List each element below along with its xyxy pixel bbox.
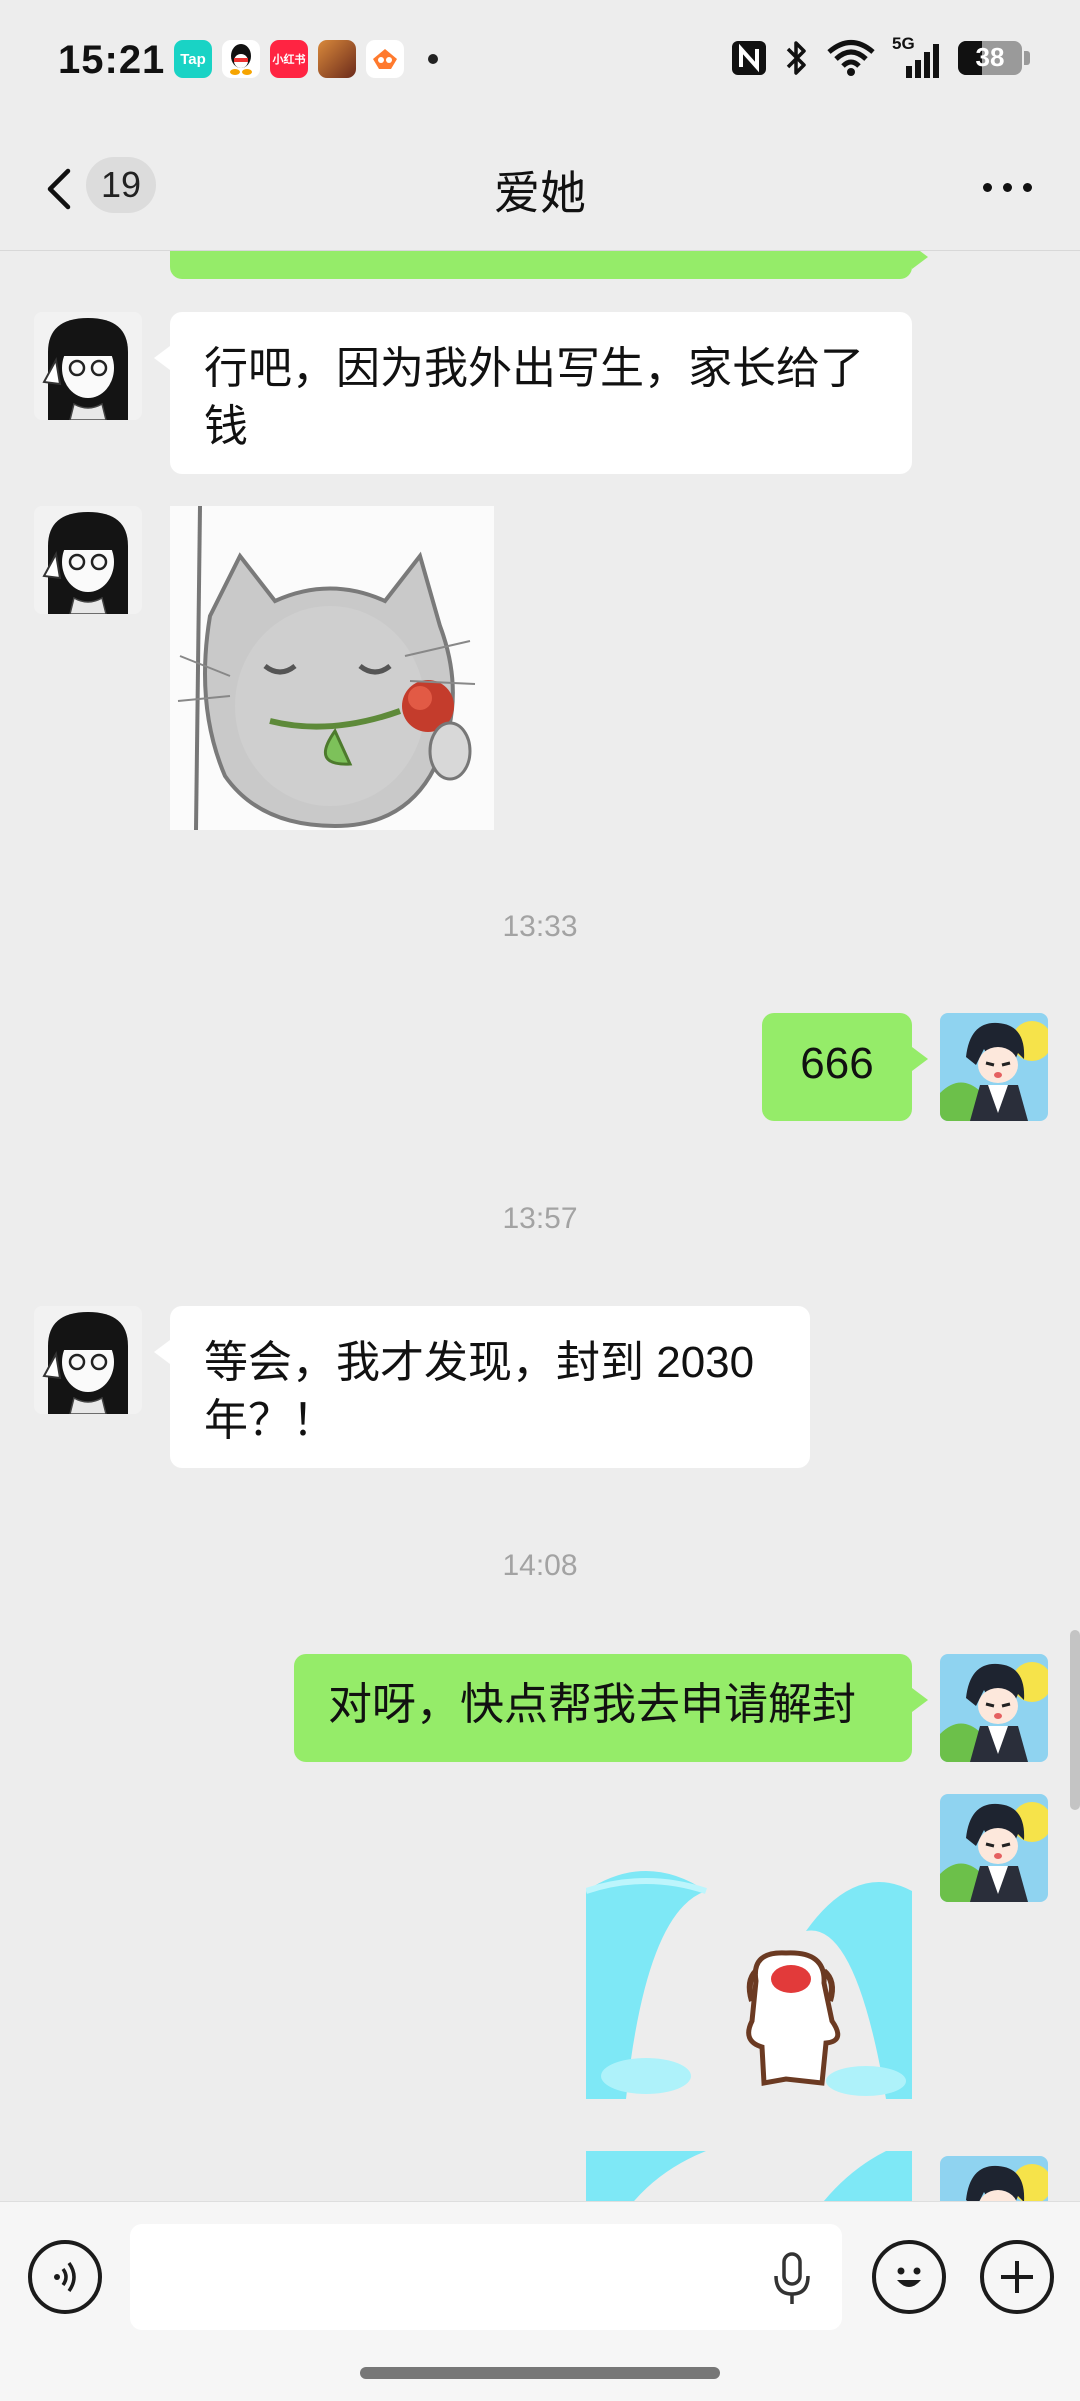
microphone-icon — [774, 2252, 810, 2304]
more-dots-icon — [983, 183, 992, 192]
qq-icon — [222, 40, 260, 78]
voice-mode-button[interactable] — [28, 2240, 102, 2314]
voice-input-button[interactable] — [772, 2252, 812, 2311]
add-button[interactable] — [980, 2240, 1054, 2314]
battery-indicator: 38 — [958, 41, 1022, 75]
xiaohongshu-icon: 小红书 — [270, 40, 308, 78]
contact-avatar[interactable] — [34, 312, 142, 420]
add-icon — [1001, 2261, 1033, 2293]
cat-holding-rose-sticker[interactable] — [170, 506, 494, 830]
more-options-button[interactable] — [983, 183, 1032, 192]
battery-level: 38 — [975, 42, 1005, 72]
my-avatar-image — [940, 2156, 1048, 2201]
my-avatar[interactable] — [940, 1794, 1048, 1902]
timestamp: 13:57 — [502, 1202, 578, 1235]
my-avatar[interactable] — [940, 1013, 1048, 1121]
message-input[interactable] — [130, 2224, 842, 2330]
my-avatar-image — [940, 1794, 1048, 1902]
status-bar: 15:21 Tap 小红书 5G 38 — [0, 0, 1080, 125]
cat-sticker-image — [170, 506, 494, 830]
my-avatar[interactable] — [940, 1654, 1048, 1762]
bluetooth-icon — [786, 41, 806, 75]
notification-icons: Tap 小红书 — [174, 40, 438, 78]
emoji-button[interactable] — [872, 2240, 946, 2314]
incoming-message-bubble[interactable]: 等会，我才发现，封到 2030 年？！ — [154, 1306, 810, 1468]
taptap-icon: Tap — [174, 40, 212, 78]
my-avatar[interactable] — [940, 2156, 1048, 2201]
contact-avatar[interactable] — [34, 1306, 142, 1414]
home-indicator[interactable] — [360, 2367, 720, 2379]
wifi-icon — [827, 40, 875, 76]
my-avatar-image — [940, 1654, 1048, 1762]
message-text: 行吧，因为我外出写生，家长给了钱 — [204, 344, 864, 451]
chat-title: 爱她 — [494, 167, 586, 219]
partial-sticker-image — [586, 2151, 912, 2201]
dot — [1003, 183, 1012, 192]
dot — [1023, 183, 1032, 192]
game-icon — [318, 40, 356, 78]
message-text: 等会，我才发现，封到 2030 年？！ — [204, 1338, 755, 1445]
contact-avatar-image — [34, 506, 142, 614]
crying-puppy-sticker[interactable] — [586, 1871, 912, 2099]
message-list[interactable]: 行吧，因为我外出写生，家长给了钱 13:33 666 13:57 等会，我才发现… — [0, 251, 1080, 2201]
voice-mode-icon — [54, 2261, 76, 2293]
more-notifications-dot — [428, 54, 438, 64]
game-center-icon — [366, 40, 404, 78]
contact-avatar[interactable] — [34, 506, 142, 614]
emoji-icon — [897, 2267, 921, 2287]
outgoing-message-bubble[interactable]: 对呀，快点帮我去申请解封 — [294, 1654, 928, 1762]
contact-avatar-image — [34, 1306, 142, 1414]
timestamp: 13:33 — [502, 910, 578, 943]
battery-cap — [1024, 51, 1030, 65]
previous-message-bubble[interactable] — [170, 251, 928, 279]
crying-sticker-image — [586, 1871, 912, 2099]
outgoing-message-bubble[interactable]: 666 — [762, 1013, 928, 1121]
nfc-icon — [732, 41, 766, 75]
timestamp: 14:08 — [502, 1549, 578, 1582]
network-type-label: 5G — [892, 34, 915, 53]
message-text: 对呀，快点帮我去申请解封 — [328, 1680, 856, 1729]
contact-avatar-image — [34, 312, 142, 420]
chat-header: 19 爱她 — [0, 125, 1080, 251]
clock: 15:21 — [58, 38, 166, 82]
next-sticker-partial[interactable] — [586, 2151, 912, 2201]
scrollbar-thumb[interactable] — [1070, 1630, 1080, 1810]
5g-signal-icon: 5G — [892, 34, 942, 78]
my-avatar-image — [940, 1013, 1048, 1121]
message-text: 666 — [800, 1039, 874, 1088]
system-indicators: 5G 38 — [730, 34, 1030, 78]
incoming-message-bubble[interactable]: 行吧，因为我外出写生，家长给了钱 — [154, 312, 912, 474]
